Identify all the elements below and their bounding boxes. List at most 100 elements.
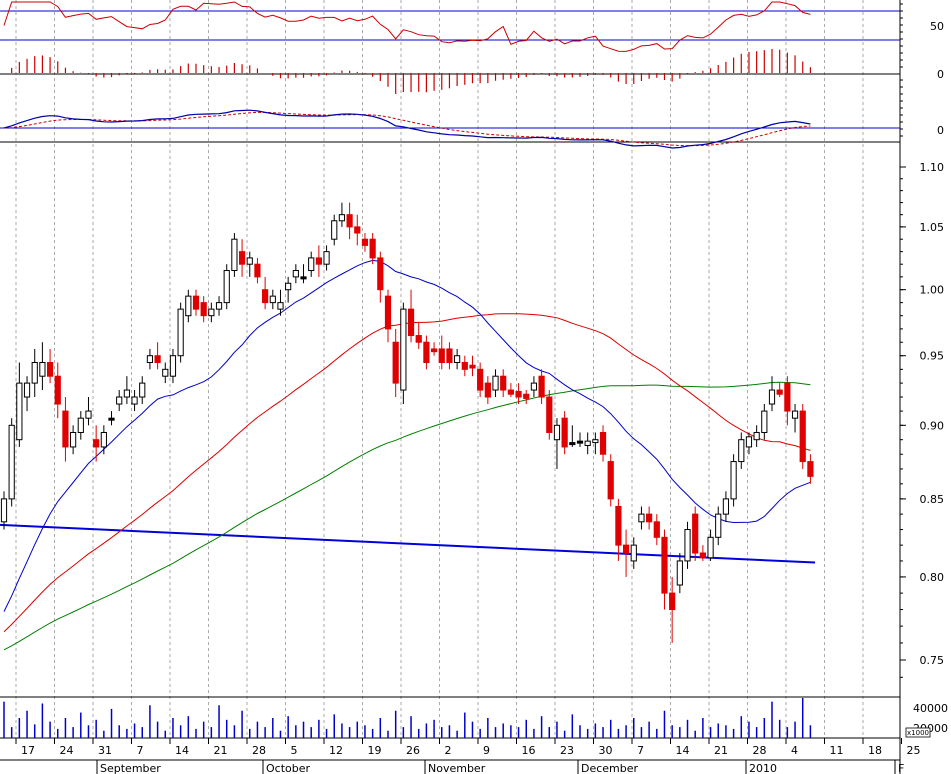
date-tick-label: 28 bbox=[753, 744, 767, 757]
candle-body bbox=[323, 251, 330, 265]
candle-body bbox=[384, 295, 392, 330]
date-tick-label: 11 bbox=[830, 744, 844, 757]
candle-body bbox=[768, 389, 776, 405]
date-tick-label: 23 bbox=[560, 744, 574, 757]
candle-body bbox=[215, 302, 223, 310]
date-tick-label: 14 bbox=[175, 744, 189, 757]
candle-body bbox=[761, 410, 768, 433]
candle-body bbox=[684, 529, 691, 562]
candle-body bbox=[500, 375, 507, 391]
candle-body bbox=[392, 341, 399, 384]
volume-panel bbox=[3, 698, 812, 738]
candle-body bbox=[722, 498, 730, 515]
candle-body bbox=[354, 226, 361, 234]
candle-body bbox=[177, 308, 184, 357]
candle-body bbox=[223, 270, 230, 304]
candle-body bbox=[400, 308, 407, 391]
candle-body bbox=[484, 382, 491, 398]
candle-body bbox=[300, 276, 307, 280]
candle-body bbox=[692, 513, 699, 554]
stock-chart: 1.10 1.05 1.00 0.95 0.90 0.85 0.80 0.75 50 0 0 4000… bbox=[0, 0, 948, 774]
candle-body bbox=[638, 513, 645, 523]
date-tick-label: 28 bbox=[252, 744, 266, 757]
candle-body bbox=[676, 560, 683, 586]
candle-body bbox=[784, 382, 791, 412]
date-tick-label: 16 bbox=[522, 744, 536, 757]
price-tick-label: 0.75 bbox=[920, 654, 945, 667]
candle-body bbox=[62, 410, 69, 448]
month-label: December bbox=[581, 762, 639, 774]
candle-body bbox=[23, 382, 31, 398]
date-tick-label: 31 bbox=[98, 744, 112, 757]
date-tick-label: 9 bbox=[483, 744, 490, 757]
candle-body bbox=[438, 348, 445, 364]
candle-body bbox=[738, 439, 745, 463]
date-tick-label: 2 bbox=[445, 744, 452, 757]
candle-body bbox=[807, 461, 814, 477]
candle-body bbox=[308, 257, 315, 272]
candle-body bbox=[599, 431, 607, 455]
candle-body bbox=[185, 295, 192, 317]
candle-body bbox=[154, 355, 161, 364]
candle-body bbox=[699, 552, 706, 559]
candle-body bbox=[377, 257, 384, 291]
candle-body bbox=[8, 424, 15, 500]
candle-body bbox=[285, 282, 292, 291]
candle-body bbox=[269, 295, 276, 304]
date-tick-label: 25 bbox=[907, 744, 921, 757]
rsi-tick-label: 50 bbox=[930, 20, 944, 33]
candle-body bbox=[331, 220, 338, 240]
candle-body bbox=[407, 308, 415, 337]
momentum-histogram-panel bbox=[11, 49, 812, 95]
candle-body bbox=[753, 431, 760, 441]
candle-body bbox=[515, 390, 522, 398]
macd-signal-line bbox=[3, 111, 811, 147]
rsi-line bbox=[3, 1, 811, 52]
candle-body bbox=[622, 544, 630, 554]
date-tick-label: 21 bbox=[714, 744, 728, 757]
candle-body bbox=[262, 289, 269, 304]
candle-body bbox=[745, 436, 753, 448]
candle-body bbox=[238, 251, 246, 265]
price-tick-label: 0.95 bbox=[920, 350, 945, 363]
candle-body bbox=[630, 544, 637, 562]
candle-body bbox=[46, 362, 54, 377]
candle-body bbox=[530, 382, 538, 391]
candle-body bbox=[93, 439, 100, 448]
candle-body bbox=[200, 302, 207, 317]
macd-tick-label: 0 bbox=[937, 124, 944, 137]
volume-unit-label: x1000 bbox=[907, 729, 929, 737]
candle-body bbox=[77, 417, 84, 433]
price-tick-label: 1.00 bbox=[920, 284, 945, 297]
candle-body bbox=[54, 375, 61, 405]
candle-body bbox=[592, 439, 599, 444]
candle-body bbox=[776, 389, 783, 395]
candle-body bbox=[454, 355, 461, 364]
date-tick-label: 14 bbox=[676, 744, 690, 757]
candle-body bbox=[669, 592, 676, 611]
candle-body bbox=[16, 382, 23, 441]
candle-body bbox=[246, 257, 253, 265]
date-tick-label: 12 bbox=[329, 744, 343, 757]
candle-body bbox=[231, 238, 238, 272]
price-tick-label: 0.85 bbox=[920, 493, 945, 506]
candle-body bbox=[169, 355, 177, 377]
candle-body bbox=[369, 238, 376, 259]
candle-body bbox=[254, 263, 261, 278]
candle-body bbox=[162, 368, 169, 377]
date-tick-label: 17 bbox=[21, 744, 35, 757]
month-label: November bbox=[428, 762, 486, 774]
candle-body bbox=[461, 362, 468, 370]
candle-body bbox=[646, 513, 653, 523]
date-tick-label: 21 bbox=[214, 744, 228, 757]
month-label: F bbox=[898, 762, 904, 774]
month-label: September bbox=[100, 762, 161, 774]
candle-body bbox=[730, 461, 737, 500]
date-tick-label: 19 bbox=[368, 744, 382, 757]
candle-body bbox=[430, 348, 438, 353]
candle-body bbox=[116, 396, 123, 405]
candle-body bbox=[538, 375, 545, 398]
candle-body bbox=[707, 536, 714, 559]
moving-average-long bbox=[3, 381, 811, 651]
candle-body bbox=[523, 393, 530, 399]
